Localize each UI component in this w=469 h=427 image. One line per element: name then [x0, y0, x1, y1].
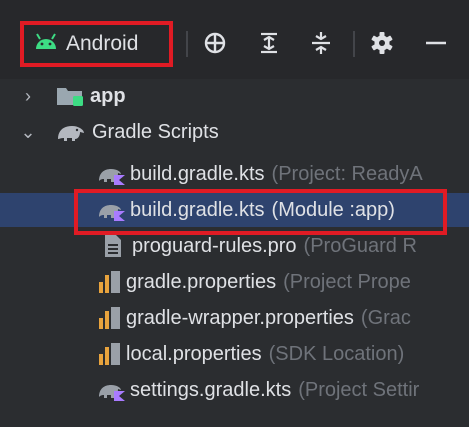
expand-all-icon[interactable] [254, 28, 284, 58]
tree-file-name: build.gradle.kts [130, 162, 265, 185]
properties-file-icon [98, 270, 122, 294]
tree-file-build-gradle-module[interactable]: build.gradle.kts (Module :app) [0, 193, 469, 227]
tree-file-hint: (ProGuard R [303, 234, 417, 257]
tree-node-app[interactable]: › app [0, 79, 469, 113]
properties-file-icon [98, 342, 122, 366]
tree-node-gradle-scripts[interactable]: ⌄ Gradle Scripts [0, 115, 469, 149]
tree-file-build-gradle-project[interactable]: build.gradle.kts (Project: ReadyA [0, 157, 469, 191]
android-icon [34, 32, 58, 56]
chevron-down-icon[interactable]: ⌄ [18, 122, 38, 143]
tree-file-name: proguard-rules.pro [132, 234, 297, 257]
tree-file-gradle-properties[interactable]: gradle.properties (Project Prope [0, 265, 469, 299]
project-view-selector[interactable]: Android [20, 21, 173, 67]
tree-file-gradle-wrapper-properties[interactable]: gradle-wrapper.properties (Grac [0, 301, 469, 335]
tree-file-hint: (Project Settir [298, 378, 420, 401]
properties-file-icon [98, 306, 122, 330]
tree-file-name: build.gradle.kts [130, 198, 265, 221]
gradle-kotlin-icon [98, 199, 126, 221]
project-view-label: Android [66, 32, 139, 55]
tree-file-local-properties[interactable]: local.properties (SDK Location) [0, 337, 469, 371]
tree-file-hint: (Module :app) [271, 198, 395, 221]
tree-file-settings-gradle[interactable]: settings.gradle.kts (Project Settir [0, 373, 469, 407]
project-tree: › app ⌄ Gradle Scripts build.gradle.kts [0, 79, 469, 427]
gradle-elephant-icon [56, 121, 86, 143]
tree-file-name: gradle.properties [126, 270, 277, 293]
tree-node-label: app [90, 84, 126, 107]
locate-icon[interactable] [200, 28, 230, 58]
project-toolbar: Android [0, 0, 469, 79]
collapse-all-icon[interactable] [306, 28, 336, 58]
gradle-kotlin-icon [98, 163, 126, 185]
chevron-right-icon[interactable]: › [18, 86, 38, 107]
gradle-kotlin-icon [98, 379, 126, 401]
text-file-icon [103, 234, 123, 258]
tree-file-proguard-rules[interactable]: proguard-rules.pro (ProGuard R [0, 229, 469, 263]
toolbar-separator [186, 31, 188, 57]
tree-file-hint: (Grac [360, 306, 411, 329]
module-folder-icon [56, 85, 84, 107]
gear-icon[interactable] [367, 28, 397, 58]
tree-file-name: gradle-wrapper.properties [126, 306, 354, 329]
tree-node-label: Gradle Scripts [92, 120, 219, 143]
minimize-icon[interactable] [421, 28, 451, 58]
tree-file-hint: (Project Prope [283, 270, 411, 293]
toolbar-separator [353, 31, 355, 57]
tree-file-name: settings.gradle.kts [130, 378, 292, 401]
tree-file-name: local.properties [126, 342, 262, 365]
tree-file-hint: (SDK Location) [268, 342, 405, 365]
tree-file-hint: (Project: ReadyA [271, 162, 423, 185]
